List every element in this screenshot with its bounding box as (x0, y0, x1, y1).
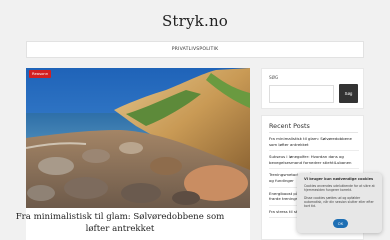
cookie-notice: Vi bruger kun nødvendige cookies Cookies… (297, 173, 382, 233)
post-title[interactable]: Fra minimalistisk til glam: Sølvøredobbe… (8, 211, 232, 235)
recent-post-link[interactable]: Fra minimalistisk til glam: Sølvøredobbe… (269, 136, 359, 152)
cookie-text: Cookies anvendes udelukkende for at sikr… (304, 184, 375, 193)
cookie-title: Vi bruger kun nødvendige cookies (304, 177, 374, 181)
category-badge[interactable]: Reasonn (29, 70, 52, 78)
search-label: SØG (269, 75, 279, 80)
site-title[interactable]: Stryk.no (0, 12, 390, 30)
search-button[interactable]: Søg (339, 84, 358, 103)
recent-post-link[interactable]: Sukseus i lønegolfer: Hvordan dans og be… (269, 154, 359, 170)
divider (269, 132, 358, 133)
search-input[interactable] (269, 85, 334, 103)
nav-item-privatlivspolitik[interactable]: PRIVATLIVSPOLITIK (172, 47, 219, 52)
main-nav: PRIVATLIVSPOLITIK (26, 41, 364, 58)
recent-posts-heading: Recent Posts (269, 122, 310, 130)
cookie-ok-button[interactable]: OK (333, 219, 348, 228)
cookie-text: Disse cookies sættes ud og opfølder auto… (304, 196, 374, 209)
post-image[interactable] (26, 68, 250, 208)
search-widget: SØG Søg (261, 68, 364, 109)
